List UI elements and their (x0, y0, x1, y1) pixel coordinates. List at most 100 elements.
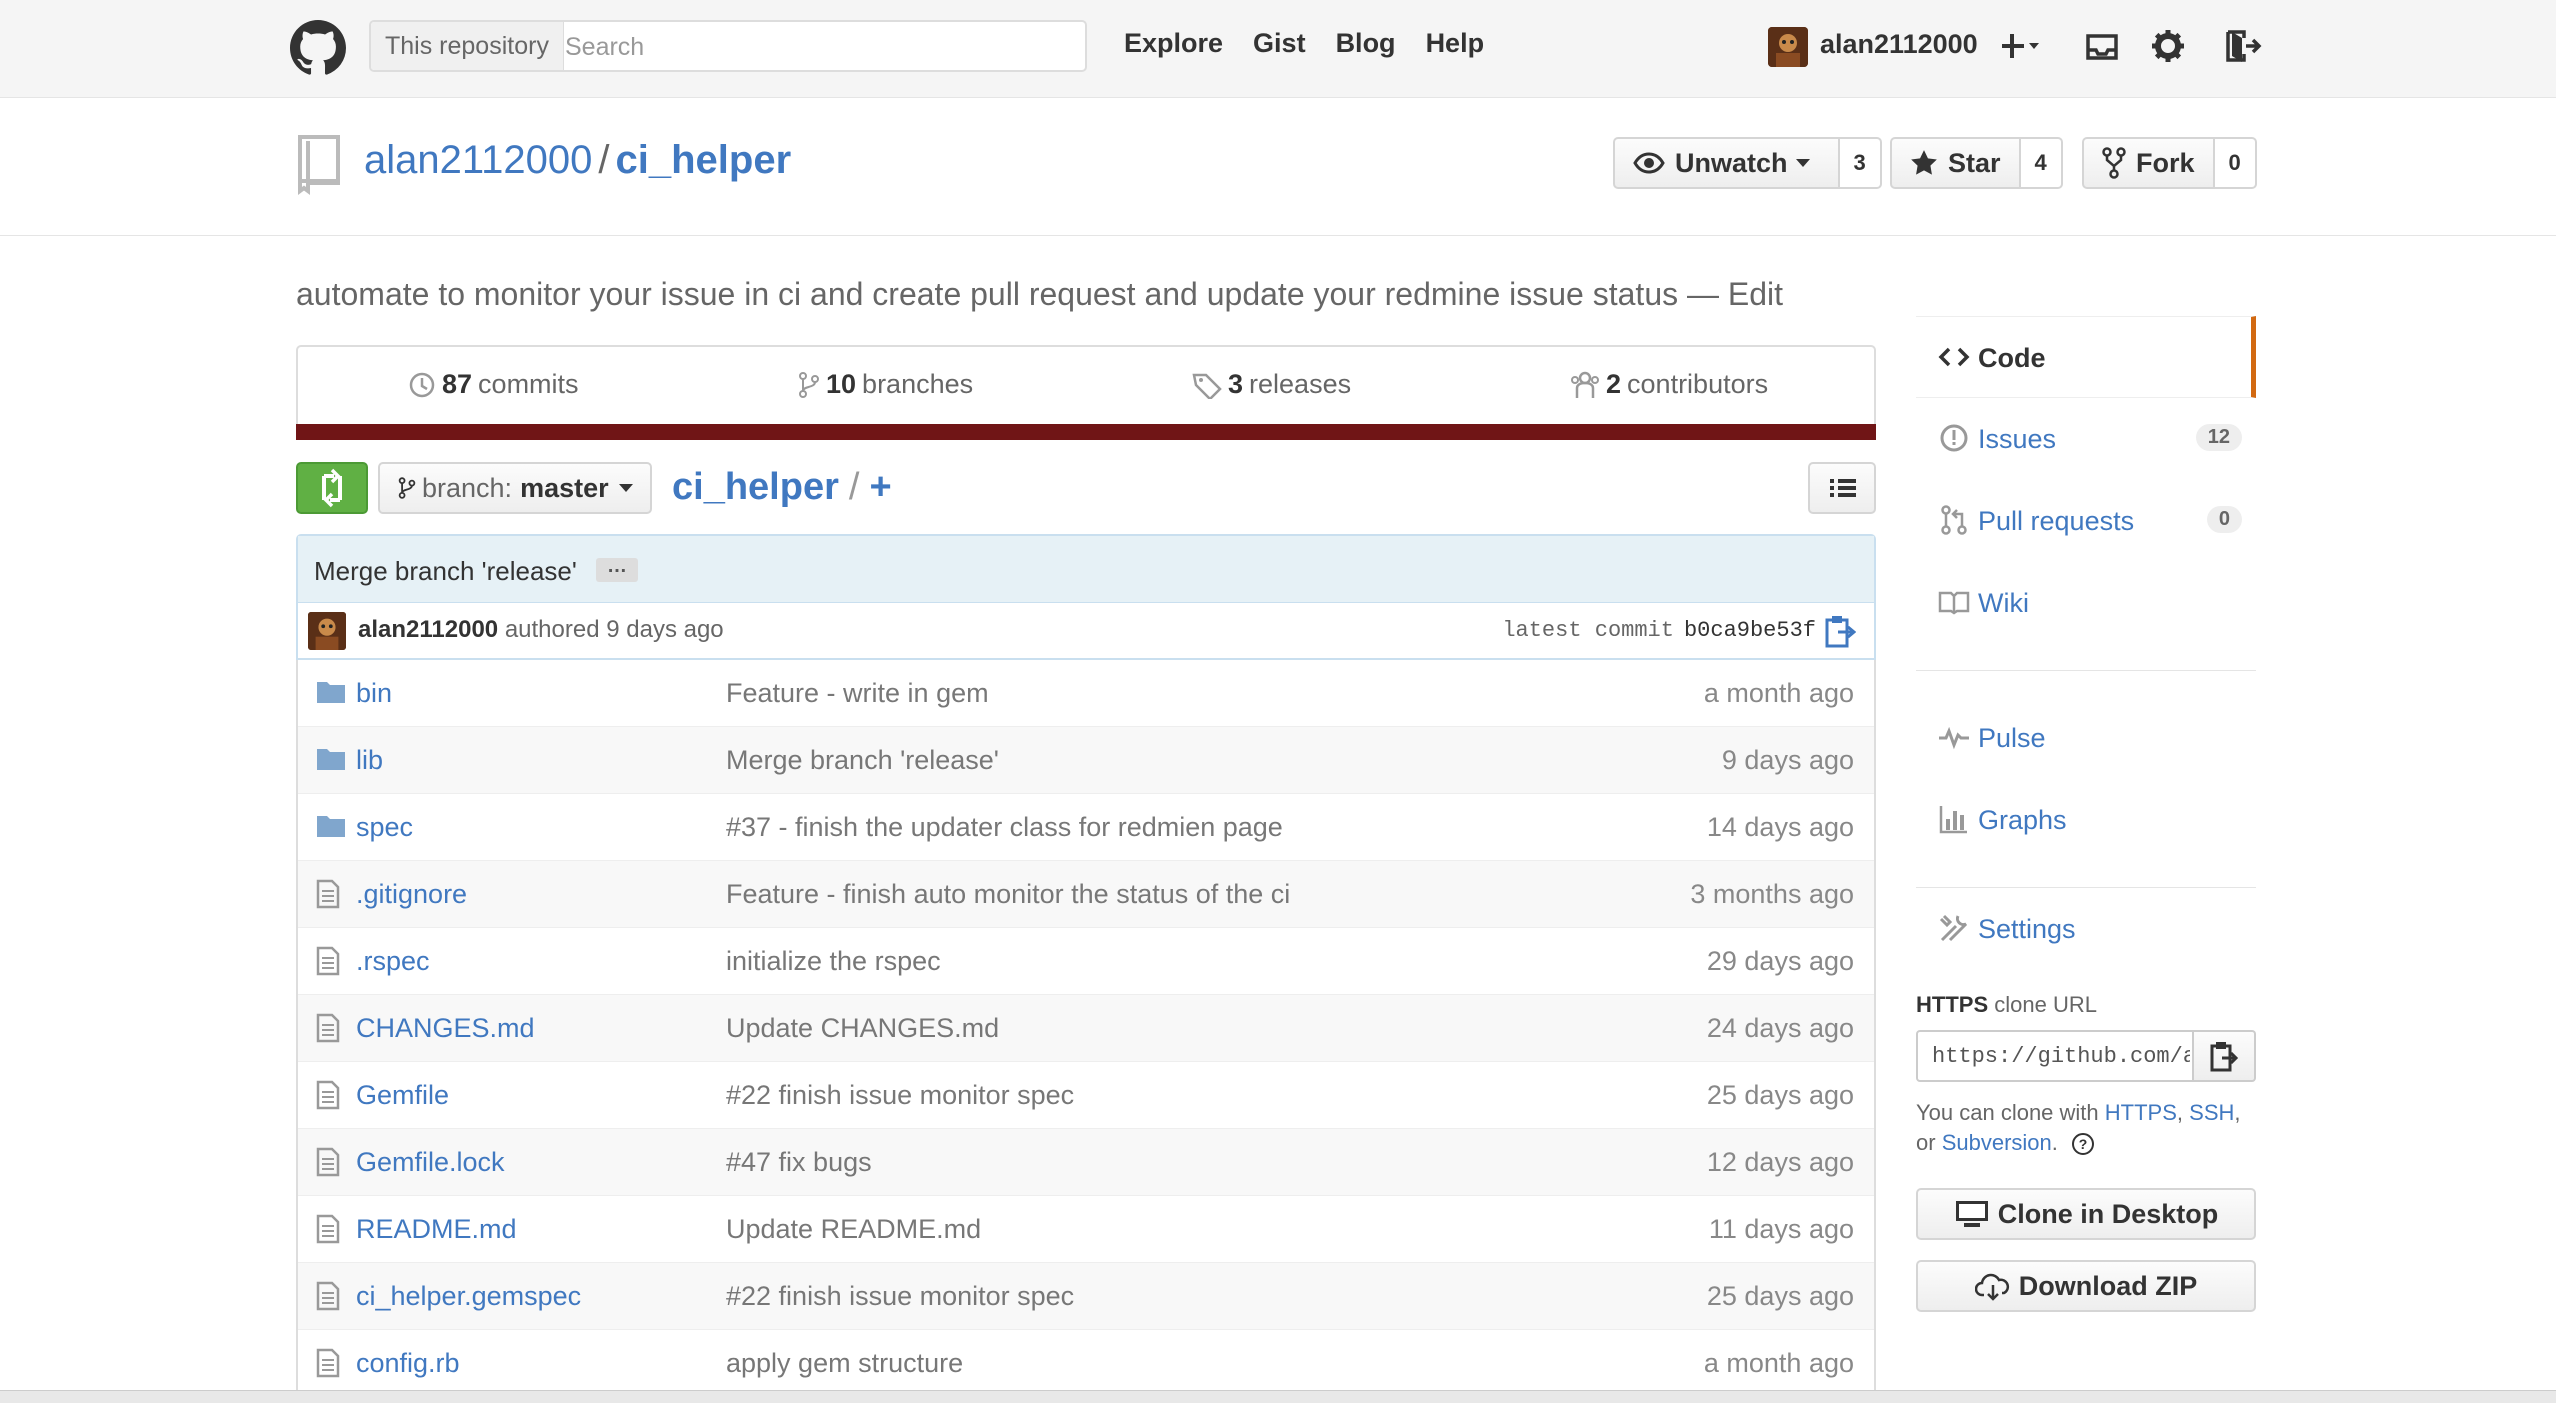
file-row[interactable]: README.md Update README.md 11 days ago (298, 1196, 1874, 1263)
file-commit-message[interactable]: Update README.md (726, 1214, 981, 1245)
clone-url-input[interactable] (1916, 1030, 2194, 1082)
clone-help-text: You can clone with HTTPS, SSH, or Subver… (1916, 1098, 2276, 1158)
copy-clone-url-button[interactable] (2194, 1030, 2256, 1082)
search-scope[interactable]: This repository (371, 22, 564, 70)
clone-https-link[interactable]: HTTPS (2105, 1100, 2177, 1125)
contributors-link[interactable]: 2 contributors (1570, 369, 1768, 400)
star-count[interactable]: 4 (2020, 137, 2063, 189)
file-name-link[interactable]: spec (356, 812, 413, 843)
file-commit-message[interactable]: #22 finish issue monitor spec (726, 1080, 1074, 1111)
file-row[interactable]: .rspec initialize the rspec 29 days ago (298, 928, 1874, 995)
file-name-link[interactable]: Gemfile.lock (356, 1147, 505, 1178)
search-box: This repository (369, 20, 1087, 72)
plus-icon[interactable] (2000, 26, 2040, 66)
sidebar-item-code[interactable]: Code (1916, 316, 2256, 398)
unwatch-button[interactable]: Unwatch (1613, 137, 1840, 189)
clone-in-desktop-button[interactable]: Clone in Desktop (1916, 1188, 2256, 1240)
file-commit-message[interactable]: #37 - finish the updater class for redmi… (726, 812, 1283, 843)
commit-message[interactable]: Merge branch 'release' (314, 556, 577, 587)
nav-explore[interactable]: Explore (1124, 28, 1223, 58)
sidebar-pulls-label: Pull requests (1978, 506, 2135, 536)
file-name-link[interactable]: bin (356, 678, 392, 709)
compare-button[interactable] (296, 462, 368, 514)
nav-help[interactable]: Help (1426, 28, 1485, 58)
tag-icon (1192, 371, 1222, 399)
file-row[interactable]: spec #37 - finish the updater class for r… (298, 794, 1874, 861)
question-icon[interactable]: ? (2072, 1133, 2095, 1156)
fork-count[interactable]: 0 (2214, 137, 2257, 189)
branches-link[interactable]: 10 branches (798, 369, 973, 400)
star-button[interactable]: Star (1890, 137, 2021, 189)
list-view-button[interactable] (1808, 462, 1876, 514)
sidebar-item-issues[interactable]: Issues 12 (1916, 398, 2256, 480)
file-commit-message[interactable]: Merge branch 'release' (726, 745, 999, 776)
fork-group: Fork 0 (2082, 137, 2257, 189)
file-row[interactable]: config.rb apply gem structure a month ago (298, 1330, 1874, 1397)
file-name-link[interactable]: .gitignore (356, 879, 467, 910)
file-row[interactable]: CHANGES.md Update CHANGES.md 24 days ago (298, 995, 1874, 1062)
language-bar[interactable] (296, 424, 1876, 440)
file-name-link[interactable]: Gemfile (356, 1080, 449, 1111)
file-commit-message[interactable]: Feature - finish auto monitor the status… (726, 879, 1290, 910)
file-text-icon (316, 946, 346, 976)
file-commit-message[interactable]: #47 fix bugs (726, 1147, 872, 1178)
inbox-icon[interactable] (2082, 26, 2122, 66)
file-commit-message[interactable]: Feature - write in gem (726, 678, 989, 709)
file-row[interactable]: Gemfile.lock #47 fix bugs 12 days ago (298, 1129, 1874, 1196)
file-name-link[interactable]: CHANGES.md (356, 1013, 535, 1044)
breadcrumb-root[interactable]: ci_helper (672, 466, 839, 508)
user-name[interactable]: alan2112000 (1820, 29, 1978, 60)
file-row[interactable]: Gemfile #22 finish issue monitor spec 25 d… (298, 1062, 1874, 1129)
commit-author[interactable]: alan2112000 (358, 616, 498, 643)
branch-select-button[interactable]: branch: master (378, 462, 652, 514)
file-row[interactable]: bin Feature - write in gem a month ago (298, 660, 1874, 727)
repo-name-link[interactable]: ci_helper (616, 138, 792, 182)
sidebar-item-graphs[interactable]: Graphs (1916, 779, 2256, 861)
commits-link[interactable]: 87 commits (408, 369, 579, 400)
file-name-link[interactable]: .rspec (356, 946, 430, 977)
expand-commit-button[interactable]: … (596, 556, 638, 582)
repo-description: automate to monitor your issue in ci and… (296, 276, 1783, 313)
download-zip-button[interactable]: Download ZIP (1916, 1260, 2256, 1312)
commit-sha-link[interactable]: b0ca9be53f (1684, 618, 1816, 643)
file-commit-message[interactable]: initialize the rspec (726, 946, 941, 977)
releases-count: 3 (1228, 369, 1244, 399)
file-commit-message[interactable]: apply gem structure (726, 1348, 963, 1379)
file-row[interactable]: ci_helper.gemspec #22 finish issue monito… (298, 1263, 1874, 1330)
nav-blog[interactable]: Blog (1336, 28, 1396, 58)
author-avatar[interactable] (308, 612, 346, 650)
sidebar-item-settings[interactable]: Settings (1916, 888, 2256, 970)
sidebar-issues-label: Issues (1978, 424, 2057, 454)
nav-gist[interactable]: Gist (1253, 28, 1306, 58)
clone-help-comma: , (2234, 1100, 2241, 1125)
sidebar-code-label: Code (1978, 343, 2046, 373)
file-row[interactable]: lib Merge branch 'release' 9 days ago (298, 727, 1874, 794)
file-commit-message[interactable]: Update CHANGES.md (726, 1013, 999, 1044)
github-logo-icon[interactable] (290, 20, 346, 76)
new-file-link[interactable]: + (869, 466, 891, 508)
sidebar-item-pull-requests[interactable]: Pull requests 0 (1916, 480, 2256, 562)
sidebar-item-pulse[interactable]: Pulse (1916, 697, 2256, 779)
watch-count[interactable]: 3 (1839, 137, 1882, 189)
window-bottom-edge (0, 1390, 2556, 1403)
releases-link[interactable]: 3 releases (1192, 369, 1351, 400)
file-commit-message[interactable]: #22 finish issue monitor spec (726, 1281, 1074, 1312)
file-text-icon (316, 1348, 346, 1378)
gear-icon[interactable] (2148, 26, 2188, 66)
repo-owner-link[interactable]: alan2112000 (364, 138, 592, 182)
edit-description-link[interactable]: Edit (1728, 276, 1783, 312)
sign-out-icon[interactable] (2222, 26, 2262, 66)
sidebar-item-wiki[interactable]: Wiki (1916, 562, 2256, 644)
clipboard-icon[interactable] (1824, 614, 1856, 648)
fork-button[interactable]: Fork (2082, 137, 2215, 189)
file-name-link[interactable]: config.rb (356, 1348, 460, 1379)
clone-subversion-link[interactable]: Subversion (1942, 1130, 2052, 1155)
file-name-link[interactable]: lib (356, 745, 383, 776)
file-name-link[interactable]: ci_helper.gemspec (356, 1281, 581, 1312)
file-name-link[interactable]: README.md (356, 1214, 517, 1245)
graph-icon (1938, 803, 1970, 835)
user-avatar[interactable] (1768, 27, 1808, 67)
clone-ssh-link[interactable]: SSH (2189, 1100, 2234, 1125)
file-row[interactable]: .gitignore Feature - finish auto monitor … (298, 861, 1874, 928)
search-input[interactable] (563, 26, 1067, 68)
